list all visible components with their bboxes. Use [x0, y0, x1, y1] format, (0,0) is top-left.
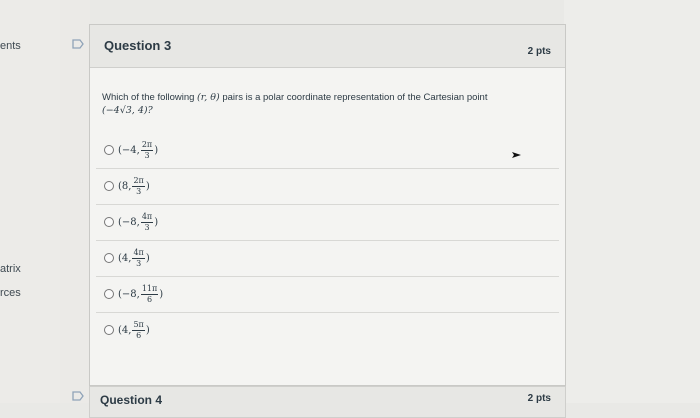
- question-points: 2 pts: [527, 393, 551, 404]
- prompt-math-point: (−4√3, 4)?: [102, 105, 153, 116]
- radio-button[interactable]: [104, 289, 114, 299]
- flag-column: [60, 0, 90, 403]
- fraction: 4π 3: [140, 211, 154, 233]
- answer-suffix: ): [145, 324, 150, 336]
- fraction-denominator: 3: [144, 222, 150, 232]
- fraction-denominator: 3: [144, 150, 150, 160]
- fraction-numerator: 2π: [140, 139, 154, 151]
- answer-label: (4, 5π 6 ): [118, 316, 150, 344]
- right-panel: [564, 0, 700, 403]
- fraction-denominator: 3: [136, 186, 142, 196]
- fraction-numerator: 4π: [132, 247, 145, 259]
- fraction-numerator: 4π: [140, 211, 154, 223]
- next-question-card: Question 4 2 pts: [89, 386, 566, 418]
- answer-option[interactable]: (−4, 2π 3 ): [96, 133, 559, 168]
- answer-suffix: ): [145, 252, 150, 264]
- question-title: Question 4: [100, 393, 163, 407]
- radio-button[interactable]: [104, 145, 114, 155]
- question-title: Question 3: [104, 38, 172, 53]
- fraction-denominator: 3: [136, 258, 142, 268]
- sidebar-item-resources[interactable]: rces: [0, 287, 21, 299]
- fraction-numerator: 5π: [132, 319, 145, 331]
- answer-option[interactable]: (8, 2π 3 ): [96, 168, 559, 204]
- answer-label: (−8, 11π 6 ): [118, 280, 163, 308]
- question-prompt: Which of the following (r, θ) pairs is a…: [102, 91, 542, 117]
- fraction: 2π 3: [132, 175, 145, 197]
- prompt-text-before: Which of the following: [102, 92, 198, 103]
- answer-prefix: (−8,: [118, 288, 140, 300]
- fraction-numerator: 11π: [140, 283, 159, 295]
- answer-option[interactable]: (4, 4π 3 ): [96, 240, 559, 276]
- fraction: 2π 3: [140, 139, 154, 161]
- answer-suffix: ): [154, 216, 159, 228]
- answer-suffix: ): [154, 144, 159, 156]
- answer-suffix: ): [145, 180, 150, 192]
- fraction: 11π 6: [140, 283, 159, 305]
- prompt-math-rtheta: (r, θ): [197, 92, 220, 103]
- flag-question-icon[interactable]: [72, 39, 84, 49]
- prompt-text-after: pairs is a polar coordinate representati…: [219, 92, 488, 103]
- answer-option[interactable]: (−8, 11π 6 ): [96, 276, 559, 312]
- fraction: 4π 3: [132, 247, 145, 269]
- fraction-numerator: 2π: [132, 175, 145, 187]
- answer-label: (−8, 4π 3 ): [118, 208, 158, 236]
- radio-button[interactable]: [104, 217, 114, 227]
- answer-prefix: (−4,: [118, 144, 140, 156]
- mouse-cursor-icon: [512, 152, 521, 158]
- fraction-denominator: 6: [136, 330, 142, 340]
- question-header: Question 3 2 pts: [90, 25, 565, 68]
- question-card: Question 3 2 pts Which of the following …: [89, 24, 566, 386]
- fraction-denominator: 6: [147, 294, 153, 304]
- course-sidebar: ents atrix rces: [0, 0, 60, 403]
- answer-list: (−4, 2π 3 ) (8, 2π 3 ) (−8, 4π 3 ) (4, 4…: [90, 133, 565, 348]
- answer-prefix: (−8,: [118, 216, 140, 228]
- sidebar-item-matrix[interactable]: atrix: [0, 263, 21, 275]
- answer-option[interactable]: (4, 5π 6 ): [96, 312, 559, 348]
- answer-prefix: (8,: [118, 180, 132, 192]
- answer-prefix: (4,: [118, 252, 132, 264]
- flag-question-icon[interactable]: [72, 391, 84, 401]
- answer-label: (8, 2π 3 ): [118, 172, 150, 200]
- radio-button[interactable]: [104, 253, 114, 263]
- fraction: 5π 6: [132, 319, 145, 341]
- answer-label: (−4, 2π 3 ): [118, 136, 158, 164]
- radio-button[interactable]: [104, 181, 114, 191]
- answer-label: (4, 4π 3 ): [118, 244, 150, 272]
- sidebar-item-contents[interactable]: ents: [0, 40, 21, 52]
- answer-suffix: ): [159, 288, 164, 300]
- answer-option[interactable]: (−8, 4π 3 ): [96, 204, 559, 240]
- answer-prefix: (4,: [118, 324, 132, 336]
- radio-button[interactable]: [104, 325, 114, 335]
- question-points: 2 pts: [527, 46, 551, 57]
